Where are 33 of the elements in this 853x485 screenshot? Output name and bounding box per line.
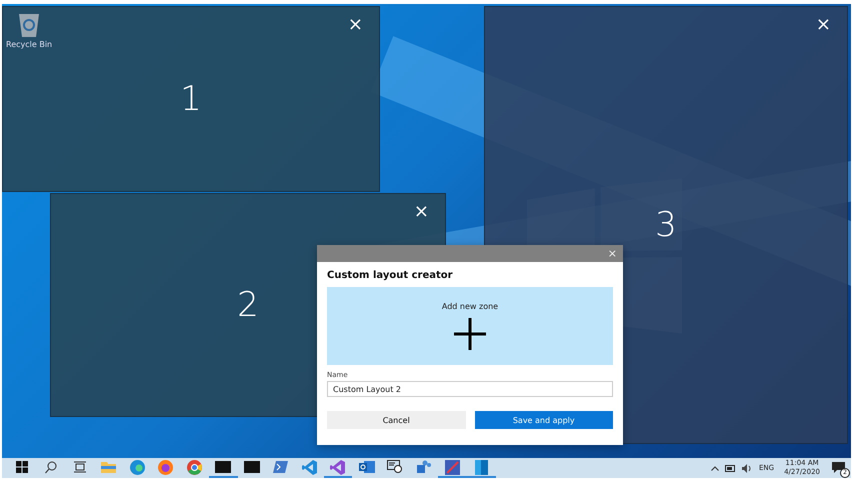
zone-number: 3 <box>655 205 677 245</box>
folder-icon[interactable] <box>100 461 116 473</box>
cancel-button[interactable]: Cancel <box>327 411 466 429</box>
close-button[interactable]: × <box>412 202 431 222</box>
search-icon[interactable] <box>45 460 58 474</box>
chevron-up-icon[interactable] <box>711 466 719 470</box>
window-app-icon[interactable] <box>474 460 488 474</box>
close-button[interactable]: × <box>346 15 365 35</box>
plus-icon <box>453 316 487 350</box>
drawing-app-icon[interactable] <box>445 460 460 474</box>
terminal-icon[interactable] <box>244 461 260 473</box>
mail-icon[interactable] <box>358 460 375 474</box>
browser-icon[interactable] <box>130 460 145 474</box>
zone-number: 1 <box>180 79 202 119</box>
task-view-icon[interactable] <box>74 461 86 473</box>
desktop-icon-label[interactable]: Recycle Bin <box>6 40 52 49</box>
close-button[interactable]: × <box>814 15 833 35</box>
notification-icon[interactable] <box>832 462 845 474</box>
terminal-icon[interactable] <box>215 461 232 473</box>
code-editor-icon[interactable] <box>330 460 346 474</box>
add-zone-button[interactable]: Add new zone <box>327 287 613 365</box>
people-icon[interactable] <box>416 460 432 474</box>
battery-icon[interactable] <box>725 464 736 472</box>
zone-number: 2 <box>237 285 259 325</box>
browser-icon[interactable] <box>158 460 174 474</box>
code-editor-icon[interactable] <box>302 460 317 474</box>
name-input-field[interactable]: Custom Layout 2 <box>327 381 613 397</box>
speaker-icon[interactable] <box>742 464 753 472</box>
save-button[interactable]: Save and apply <box>474 411 613 429</box>
monitor-icon[interactable] <box>387 460 404 474</box>
windows-start-icon[interactable] <box>16 461 28 473</box>
powershell-icon[interactable] <box>273 461 288 473</box>
browser-icon[interactable] <box>186 460 202 474</box>
